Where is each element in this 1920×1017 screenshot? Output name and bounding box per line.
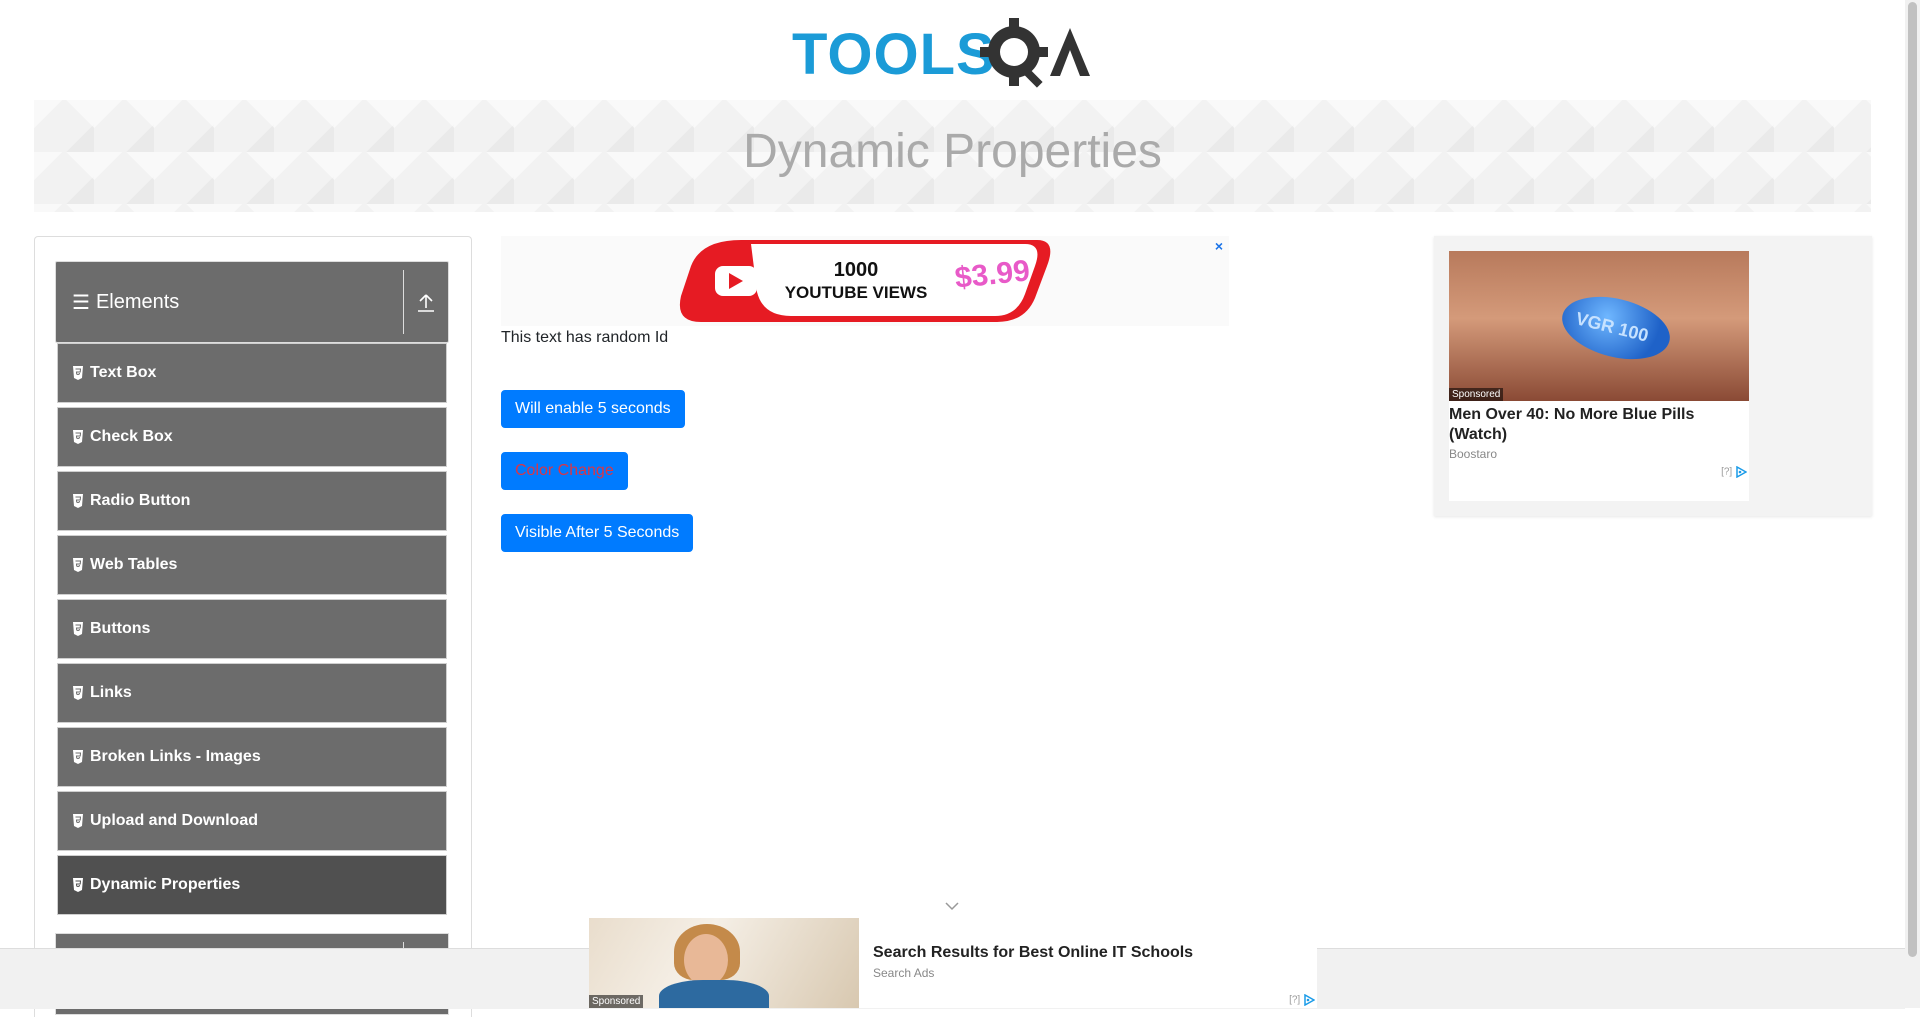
html5-icon: [73, 750, 83, 764]
sidebar-item-label: Dynamic Properties: [90, 876, 241, 893]
html5-icon: [73, 494, 83, 508]
group-header-elements[interactable]: ☰ Elements: [55, 261, 449, 343]
ad-line2: YOUTUBE VIEWS: [785, 283, 928, 302]
ad-close-icon[interactable]: ×: [1215, 238, 1223, 254]
sponsored-tag: Sponsored: [1449, 388, 1504, 401]
group-title: Elements: [95, 290, 180, 313]
sidebar-item-web-tables[interactable]: Web Tables: [57, 535, 447, 595]
sidebar-item-label: Links: [90, 684, 132, 701]
sidebar-item-label: Radio Button: [90, 492, 191, 509]
sidebar-item-broken-links[interactable]: Broken Links - Images: [57, 727, 447, 787]
top-advertisement[interactable]: 1000 YOUTUBE VIEWS $3.99 ×: [501, 236, 1229, 326]
woman-shirt-graphic: [659, 980, 769, 1008]
html5-icon: [73, 558, 83, 572]
ad-info[interactable]: [?]: [1721, 466, 1747, 478]
youtube-views-ad-graphic: 1000 YOUTUBE VIEWS $3.99: [679, 240, 1051, 322]
html5-icon: [73, 366, 83, 380]
html5-icon: [73, 622, 83, 636]
html5-icon: [73, 686, 83, 700]
ad-line1: 1000: [834, 259, 879, 281]
ad-info[interactable]: [?]: [1289, 994, 1315, 1006]
ad-image[interactable]: Sponsored: [589, 918, 859, 1008]
sidebar-item-buttons[interactable]: Buttons: [57, 599, 447, 659]
ad-source: Boostaro: [1449, 447, 1498, 461]
sidebar-item-label: Buttons: [90, 620, 151, 637]
sidebar-item-check-box[interactable]: Check Box: [57, 407, 447, 467]
sidebar-item-text-box[interactable]: Text Box: [57, 343, 447, 403]
ad-card[interactable]: VGR 100 Sponsored Men Over 40: No More B…: [1449, 251, 1749, 501]
sidebar-item-label: Web Tables: [90, 556, 178, 573]
sidebar-item-label: Broken Links - Images: [90, 748, 261, 765]
color-change-button[interactable]: Color Change: [501, 452, 628, 490]
sidebar-menu: Text Box Check Box Radio Button Web Tabl…: [57, 343, 447, 919]
woman-face-graphic: [684, 934, 728, 986]
bottom-advertisement[interactable]: Sponsored Search Results for Best Online…: [589, 902, 1317, 1008]
page-scrollbar[interactable]: [1905, 0, 1920, 1008]
ad-image[interactable]: VGR 100 Sponsored: [1449, 251, 1749, 401]
enable-after-button[interactable]: Will enable 5 seconds: [501, 390, 685, 428]
sidebar-item-dynamic-properties[interactable]: Dynamic Properties: [57, 855, 447, 915]
html5-icon: [73, 430, 83, 444]
sidebar-item-label: Upload and Download: [90, 812, 258, 829]
sidebar-item-upload-download[interactable]: Upload and Download: [57, 791, 447, 851]
ad-info-label[interactable]: [?]: [1289, 995, 1300, 1006]
adchoices-icon[interactable]: [1735, 466, 1747, 478]
random-id-text: This text has random Id: [501, 329, 669, 346]
ad-info-label[interactable]: [?]: [1721, 467, 1732, 478]
sponsored-tag: Sponsored: [589, 995, 644, 1008]
html5-icon: [73, 814, 83, 828]
ad-headline[interactable]: Men Over 40: No More Blue Pills (Watch): [1449, 405, 1749, 445]
adchoices-icon[interactable]: [1303, 994, 1315, 1006]
sidebar-item-label: Check Box: [90, 428, 173, 445]
sidebar-item-label: Text Box: [90, 364, 157, 381]
scrollbar-thumb[interactable]: [1908, 2, 1917, 957]
menu-icon: ☰: [72, 291, 90, 314]
sidebar-panel: ☰ Elements Text Box Check Box Radio Butt…: [34, 236, 472, 1017]
sidebar-item-radio-button[interactable]: Radio Button: [57, 471, 447, 531]
visible-after-button[interactable]: Visible After 5 Seconds: [501, 514, 694, 552]
page-header-banner: Dynamic Properties: [34, 100, 1871, 212]
header-divider: [403, 270, 404, 334]
sidebar-item-links[interactable]: Links: [57, 663, 447, 723]
chevron-down-icon[interactable]: [944, 900, 960, 912]
ad-source: Search Ads: [873, 966, 935, 980]
ad-headline[interactable]: Search Results for Best Online IT School…: [873, 944, 1193, 962]
toolsqa-logo[interactable]: TOOLS: [792, 14, 1116, 90]
svg-text:TOOLS: TOOLS: [792, 22, 996, 87]
page-title: Dynamic Properties: [743, 125, 1162, 178]
right-advertisement[interactable]: VGR 100 Sponsored Men Over 40: No More B…: [1434, 236, 1872, 516]
collapse-up-icon[interactable]: [415, 292, 437, 314]
html5-icon: [73, 878, 83, 892]
